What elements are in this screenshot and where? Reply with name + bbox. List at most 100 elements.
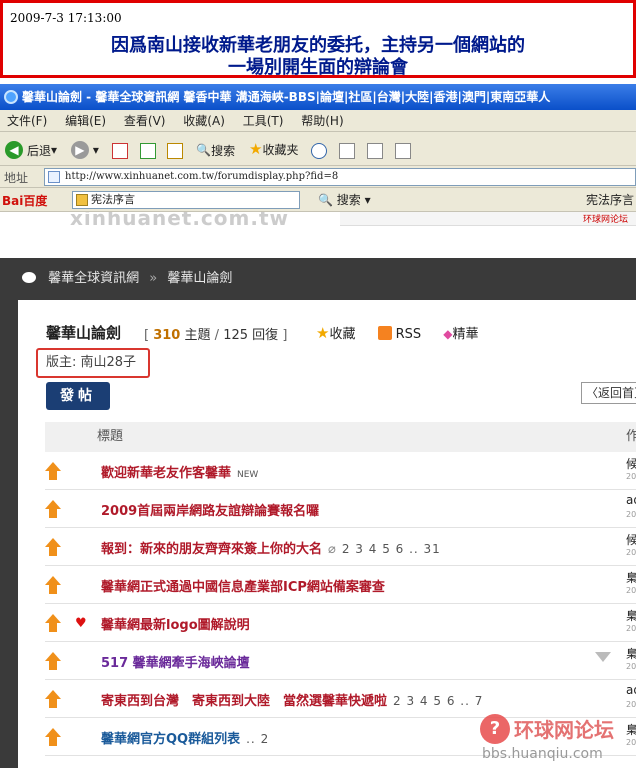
forum-links: ★收藏 RSS ◆精華 <box>316 323 497 342</box>
thread-pages[interactable]: .. 2 <box>246 732 269 746</box>
menu-favorites[interactable]: 收藏(A) <box>176 110 232 132</box>
forward-arrow-icon: ▶ <box>70 141 89 159</box>
speech-bubble-icon <box>22 272 36 283</box>
thread-date: 200 <box>626 662 636 671</box>
sticky-arrow-icon <box>45 614 61 632</box>
huanqiu-watermark: ? 环球网论坛 bbs.huanqiu.com <box>478 712 636 768</box>
thread-pages[interactable]: 2 3 4 5 6 .. 31 <box>342 542 441 556</box>
url-field[interactable]: http://www.xinhuanet.com.tw/forumdisplay… <box>44 168 636 186</box>
caption-banner: 2009-7-3 17:13:00 因爲南山接收新華老朋友的委托，主持另一個網站… <box>0 0 636 78</box>
baidu-search-input[interactable]: 宪法序言 <box>72 191 300 209</box>
thread-author[interactable]: 候 <box>626 455 636 472</box>
search-button[interactable]: 🔍 搜索 <box>191 133 240 167</box>
thread-title[interactable]: 歡迎新華老友作客馨華 NEW <box>101 462 258 481</box>
menu-edit[interactable]: 编辑(E) <box>58 110 113 132</box>
thread-title[interactable]: 報到：新來的朋友齊齊來簽上你的大名 ⌀ 2 3 4 5 6 .. 31 <box>101 538 441 557</box>
thread-date: 200 <box>626 548 636 557</box>
query-icon <box>76 194 88 206</box>
back-button[interactable]: ◀ 后退 ▾ <box>0 133 62 167</box>
page-icon <box>48 171 60 183</box>
thread-author[interactable]: ad <box>626 683 636 697</box>
thread-row[interactable]: ♥ 馨華網最新logo圖解說明 梟 200 <box>45 604 636 642</box>
forum-panel: 馨華山論劍 [ 310 主題 / 125 回復 ] ★收藏 RSS ◆精華 版主… <box>18 300 636 768</box>
url-text: http://www.xinhuanet.com.tw/forumdisplay… <box>65 171 339 182</box>
site-watermark: xinhuanet.com.tw <box>70 212 289 230</box>
baidu-search-button[interactable]: 🔍 搜索 ▾ <box>318 191 371 208</box>
thread-author[interactable]: 梟 <box>626 569 636 586</box>
huanqiu-watermark-url: bbs.huanqiu.com <box>482 746 603 762</box>
edit-icon[interactable] <box>394 142 411 159</box>
thread-date: 200 <box>626 586 636 595</box>
thread-row[interactable]: 歡迎新華老友作客馨華NEW 候 200 <box>45 452 636 490</box>
thread-date: 200 <box>626 624 636 633</box>
thread-date: 200 <box>626 472 636 481</box>
breadcrumb: 馨華全球資訊網 » 馨華山論劍 <box>0 258 636 300</box>
attachment-icon: ⌀ <box>328 542 336 557</box>
col-author: 作 <box>626 429 636 444</box>
breadcrumb-separator: » <box>149 271 158 286</box>
topics-count: 310 <box>153 328 181 343</box>
forum-stats: [ 310 主題 / 125 回復 ] <box>144 328 288 343</box>
favorite-link[interactable]: ★收藏 <box>316 324 355 342</box>
content-area: 馨華山論劍 [ 310 主題 / 125 回復 ] ★收藏 RSS ◆精華 版主… <box>0 300 636 768</box>
history-icon[interactable] <box>311 142 328 159</box>
sticky-arrow-icon <box>45 538 61 556</box>
thread-title[interactable]: 2009首屆兩岸網路友誼辯論賽報名囉 <box>101 500 319 519</box>
menu-file[interactable]: 文件(F) <box>0 110 54 132</box>
baidu-right-query[interactable]: 宪法序言 <box>586 191 634 208</box>
new-post-button[interactable]: 發帖 <box>46 382 110 410</box>
menu-help[interactable]: 帮助(H) <box>294 110 350 132</box>
thread-title[interactable]: 馨華網最新logo圖解說明 <box>101 614 250 633</box>
rss-icon <box>377 326 392 340</box>
address-label: 地址 <box>4 171 29 185</box>
moderator-label[interactable]: 版主: 南山28子 <box>36 348 150 378</box>
new-badge: NEW <box>237 470 259 480</box>
back-home-button[interactable]: 〈返回首頁 <box>581 382 636 404</box>
thread-author[interactable]: 候 <box>626 531 636 548</box>
huanqiu-watermark-name: 环球网论坛 <box>514 718 614 742</box>
menu-tools[interactable]: 工具(T) <box>236 110 291 132</box>
ad-strip[interactable]: 环球网论坛 <box>340 212 636 226</box>
menu-view[interactable]: 查看(V) <box>117 110 173 132</box>
triangle-icon <box>595 652 611 662</box>
sticky-arrow-icon <box>45 690 61 708</box>
baidu-logo[interactable]: Bai百度 <box>2 192 47 209</box>
refresh-icon[interactable] <box>139 142 156 159</box>
star-icon: ★ <box>249 140 263 158</box>
col-title: 標題 <box>97 429 124 444</box>
breadcrumb-home[interactable]: 馨華全球資訊網 <box>48 271 139 286</box>
caption-line-2: 一場別開生面的辯論會 <box>228 57 408 78</box>
thread-row[interactable]: 報到：新來的朋友齊齊來簽上你的大名⌀2 3 4 5 6 .. 31 候 200 <box>45 528 636 566</box>
forward-button[interactable]: ▶ ▾ <box>66 133 104 167</box>
print-icon[interactable] <box>366 142 383 159</box>
back-arrow-icon: ◀ <box>5 141 23 159</box>
thread-pages[interactable]: 2 3 4 5 6 .. 7 <box>393 694 483 708</box>
thread-author[interactable]: 梟 <box>626 645 636 662</box>
mail-icon[interactable] <box>339 142 356 159</box>
huanqiu-logo-icon: ? <box>480 714 510 744</box>
thread-title[interactable]: 馨華網正式通過中國信息產業部ICP網站備案審查 <box>101 576 385 595</box>
stop-icon[interactable] <box>111 142 128 159</box>
rss-link[interactable]: RSS <box>377 326 421 342</box>
search-icon: 🔍 <box>196 143 212 157</box>
sticky-arrow-icon <box>45 500 61 518</box>
thread-title[interactable]: 寄東西到台灣 寄東西到大陸 當然選馨華快遞啦 2 3 4 5 6 .. 7 <box>101 690 483 709</box>
digest-link[interactable]: ◆精華 <box>443 327 478 342</box>
favorites-button[interactable]: ★ 收藏夹 <box>244 132 303 166</box>
menu-bar: 文件(F) 编辑(E) 查看(V) 收藏(A) 工具(T) 帮助(H) <box>0 110 636 132</box>
caption-timestamp: 2009-7-3 17:13:00 <box>10 11 122 25</box>
thread-title[interactable]: 517 馨華網牽手海峽論壇 <box>101 652 250 671</box>
thread-author[interactable]: ad <box>626 493 636 507</box>
thread-title[interactable]: 馨華網官方QQ群組列表.. 2 <box>101 728 269 747</box>
site-header: xinhuanet.com.tw 环球网论坛 <box>0 212 636 258</box>
baidu-toolbar: Bai百度 宪法序言 🔍 搜索 ▾ 宪法序言 <box>0 188 636 212</box>
thread-row[interactable]: 517 馨華網牽手海峽論壇 梟 200 <box>45 642 636 680</box>
star-icon: ★ <box>316 324 330 342</box>
thread-row[interactable]: 2009首屆兩岸網路友誼辯論賽報名囉 ad 200 <box>45 490 636 528</box>
thread-row[interactable]: 馨華網正式通過中國信息產業部ICP網站備案審查 梟 200 <box>45 566 636 604</box>
browser-toolbar: ◀ 后退 ▾ ▶ ▾ 🔍 搜索 ★ 收藏夹 <box>0 132 636 166</box>
heart-icon: ♥ <box>75 616 87 631</box>
breadcrumb-forum[interactable]: 馨華山論劍 <box>167 271 232 286</box>
thread-author[interactable]: 梟 <box>626 607 636 624</box>
home-icon[interactable] <box>167 142 184 159</box>
